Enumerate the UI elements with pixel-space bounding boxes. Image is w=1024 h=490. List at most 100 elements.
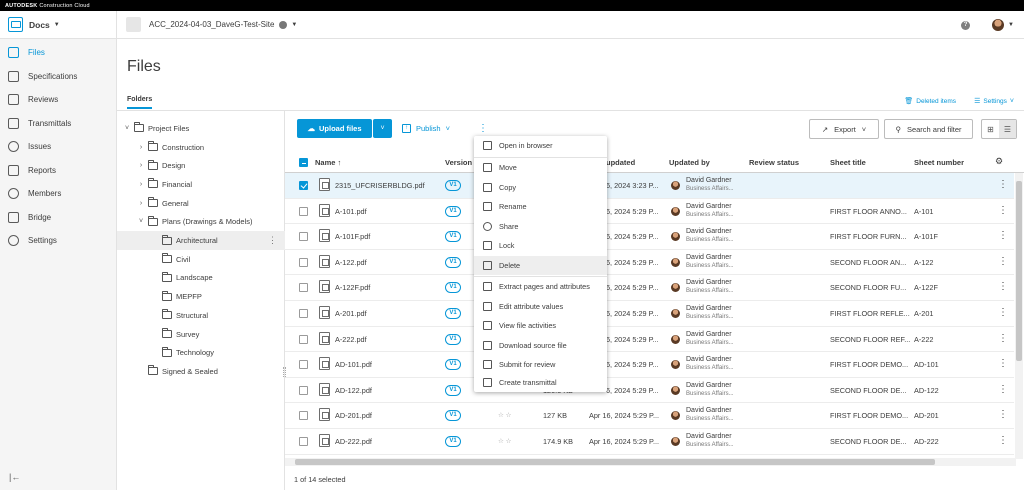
row-checkbox[interactable] [299, 385, 308, 395]
row-more-icon[interactable]: ⋮ [998, 205, 1008, 216]
menu-extract-pages[interactable]: Extract pages and attributes [474, 277, 607, 297]
export-button[interactable]: ↗ Export ˅ [809, 119, 879, 139]
tab-folders[interactable]: Folders [127, 96, 153, 109]
version-badge[interactable]: V1 [445, 231, 461, 243]
column-settings-icon[interactable]: ⚙ [995, 156, 1003, 167]
horizontal-scroll-thumb[interactable] [295, 459, 935, 465]
tree-item-general[interactable]: › General [117, 194, 285, 213]
sidebar-item-settings[interactable]: Settings [0, 229, 116, 253]
tree-item-plans[interactable]: ˅ Plans (Drawings & Models) [117, 213, 285, 232]
version-badge[interactable]: V1 [445, 410, 461, 422]
file-name[interactable]: A-201.pdf [335, 309, 440, 318]
menu-lock[interactable]: Lock [474, 236, 607, 256]
vertical-scrollbar[interactable] [1015, 173, 1023, 459]
menu-create-transmittal[interactable]: Create transmittal [474, 373, 607, 393]
row-more-icon[interactable]: ⋮ [998, 333, 1008, 344]
menu-rename[interactable]: Rename [474, 197, 607, 217]
table-row[interactable]: A-122.pdf V1 6, 2024 5:29 P... David Gar… [285, 250, 1014, 276]
row-checkbox[interactable] [299, 232, 308, 242]
column-version[interactable]: Version [445, 158, 472, 167]
menu-edit-attributes[interactable]: Edit attribute values [474, 297, 607, 317]
table-row[interactable]: AD-222.pdf V1 ☆ ☆ 174.9 KB Apr 16, 2024 … [285, 429, 1014, 455]
file-name[interactable]: 2315_UFCRISERBLDG.pdf [335, 181, 440, 190]
row-checkbox[interactable] [299, 437, 308, 446]
row-checkbox[interactable] [299, 206, 308, 216]
file-name[interactable]: A-101.pdf [335, 207, 440, 216]
menu-submit-review[interactable]: Submit for review [474, 355, 607, 375]
row-checkbox[interactable] [299, 283, 308, 293]
tree-item-construction[interactable]: › Construction [117, 138, 285, 157]
row-more-icon[interactable]: ⋮ [998, 358, 1008, 369]
column-updated[interactable]: updated [606, 158, 635, 167]
tree-item-signed-sealed[interactable]: Signed & Sealed [117, 362, 285, 381]
menu-view-activities[interactable]: View file activities [474, 316, 607, 336]
user-menu[interactable]: ▼ [992, 19, 1014, 31]
row-more-icon[interactable]: ⋮ [998, 435, 1008, 446]
module-switcher[interactable]: Docs ▼ [0, 11, 117, 38]
settings-link[interactable]: ☰ Settings ˅ [974, 97, 1014, 106]
deleted-items-link[interactable]: 🗑 Deleted items [904, 97, 956, 106]
table-row[interactable]: A-122F.pdf V1 6, 2024 5:29 P... David Ga… [285, 275, 1014, 301]
version-badge[interactable]: V1 [445, 282, 461, 294]
sidebar-item-reports[interactable]: Reports [0, 159, 116, 183]
file-name[interactable]: A-222.pdf [335, 335, 440, 344]
version-badge[interactable]: V1 [445, 384, 461, 396]
table-row[interactable]: A-201.pdf V1 6, 2024 5:29 P... David Gar… [285, 301, 1014, 327]
version-badge[interactable]: V1 [445, 333, 461, 345]
publish-button[interactable]: ↑ Publish ˅ [402, 119, 450, 138]
tree-item-design[interactable]: › Design [117, 156, 285, 175]
file-name[interactable]: AD-201.pdf [335, 411, 440, 420]
menu-open-in-browser[interactable]: Open in browser [474, 136, 607, 156]
tree-item-project-files[interactable]: ˅ Project Files [117, 119, 285, 138]
more-options-icon[interactable]: ⋮ [268, 235, 277, 246]
list-view-icon[interactable]: ☰ [999, 120, 1016, 138]
tree-item-civil[interactable]: Civil [117, 250, 285, 269]
version-badge[interactable]: V1 [445, 256, 461, 268]
menu-share[interactable]: Share [474, 217, 607, 237]
row-more-icon[interactable]: ⋮ [998, 409, 1008, 420]
version-badge[interactable]: V1 [445, 205, 461, 217]
table-row[interactable]: AD-122.pdf V1 120.5 KB 6, 2024 5:29 P...… [285, 378, 1014, 404]
table-row[interactable]: A-101F.pdf V1 6, 2024 5:29 P... David Ga… [285, 224, 1014, 250]
file-name[interactable]: AD-101.pdf [335, 360, 440, 369]
file-name[interactable]: A-101F.pdf [335, 232, 440, 241]
chevron-right-icon[interactable]: › [137, 200, 145, 207]
menu-move[interactable]: Move [474, 158, 607, 178]
file-name[interactable]: AD-222.pdf [335, 437, 440, 446]
sidebar-item-members[interactable]: Members [0, 182, 116, 206]
column-sheet-number[interactable]: Sheet number [914, 158, 964, 167]
help-icon[interactable]: ? [961, 20, 971, 30]
tree-item-architectural[interactable]: Architectural ⋮ [117, 231, 285, 250]
version-badge[interactable]: V1 [445, 436, 461, 447]
sidebar-item-issues[interactable]: Issues [0, 135, 116, 159]
sidebar-item-reviews[interactable]: Reviews [0, 88, 116, 112]
search-filter-button[interactable]: ⚲ Search and filter [884, 119, 973, 139]
table-row[interactable]: AD-101.pdf V1 6, 2024 5:29 P... David Ga… [285, 352, 1014, 378]
tree-item-financial[interactable]: › Financial [117, 175, 285, 194]
row-more-icon[interactable]: ⋮ [998, 179, 1008, 190]
chevron-right-icon[interactable]: › [137, 181, 145, 188]
column-sheet-title[interactable]: Sheet title [830, 158, 866, 167]
row-more-icon[interactable]: ⋮ [998, 256, 1008, 267]
version-badge[interactable]: V1 [445, 180, 461, 191]
column-name[interactable]: Name ↑ [315, 158, 341, 167]
table-row[interactable]: AD-201.pdf V1 ☆ ☆ 127 KB Apr 16, 2024 5:… [285, 403, 1014, 429]
horizontal-scrollbar[interactable] [285, 458, 1016, 466]
project-switcher[interactable]: ACC_2024-04-03_DaveG-Test-Site ▼ [117, 17, 297, 32]
sidebar-item-files[interactable]: Files [0, 41, 116, 65]
menu-download-source[interactable]: Download source file [474, 336, 607, 356]
tree-item-structural[interactable]: Structural [117, 306, 285, 325]
file-name[interactable]: AD-122.pdf [335, 386, 440, 395]
chevron-right-icon[interactable]: › [137, 144, 145, 151]
chevron-down-icon[interactable]: ˅ [137, 218, 145, 225]
row-checkbox[interactable] [299, 181, 308, 190]
file-name[interactable]: A-122.pdf [335, 258, 440, 267]
tree-item-landscape[interactable]: Landscape [117, 269, 285, 288]
row-more-icon[interactable]: ⋮ [998, 230, 1008, 241]
sidebar-item-specifications[interactable]: Specifications [0, 65, 116, 89]
upload-options-button[interactable]: ˅ [373, 119, 392, 138]
row-checkbox[interactable] [299, 360, 308, 370]
vertical-scroll-thumb[interactable] [1016, 181, 1022, 361]
row-more-icon[interactable]: ⋮ [998, 307, 1008, 318]
menu-copy[interactable]: Copy [474, 178, 607, 198]
